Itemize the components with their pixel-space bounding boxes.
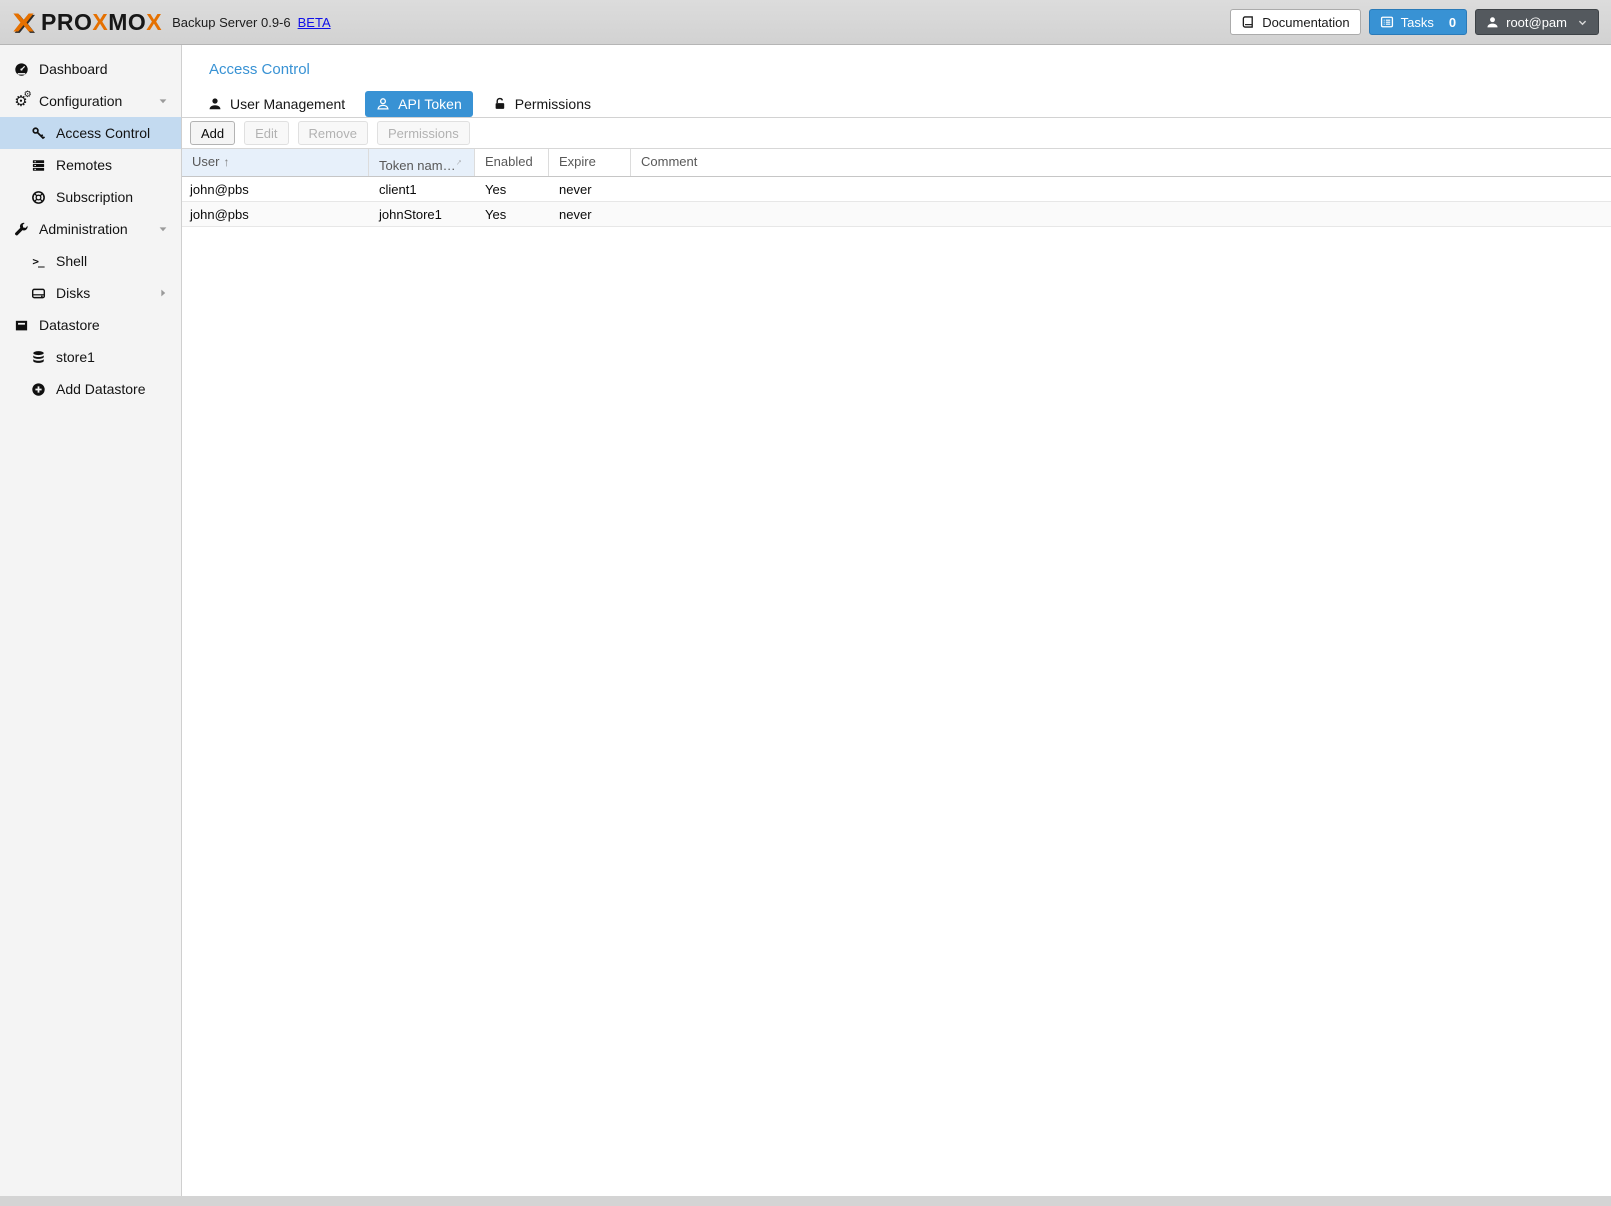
- documentation-label: Documentation: [1262, 15, 1349, 30]
- remotes-icon: [29, 158, 47, 173]
- sidebar-item-add-datastore[interactable]: Add Datastore: [0, 373, 181, 405]
- column-header-user[interactable]: User ↑: [182, 149, 369, 176]
- task-list-icon: [1380, 15, 1394, 29]
- column-header-enabled[interactable]: Enabled: [475, 149, 549, 176]
- sidebar-item-label: Administration: [39, 221, 128, 237]
- gears-icon: ⚙⚙: [12, 94, 30, 109]
- sort-asc-icon: ↑: [223, 155, 229, 169]
- sidebar-item-subscription[interactable]: Subscription: [0, 181, 181, 213]
- cell-user: john@pbs: [182, 202, 369, 226]
- column-label: Token nam…: [379, 158, 456, 173]
- column-header-expire[interactable]: Expire: [549, 149, 631, 176]
- cell-user: john@pbs: [182, 177, 369, 201]
- caret-down-icon[interactable]: [157, 223, 169, 235]
- sidebar-item-administration[interactable]: Administration: [0, 213, 181, 245]
- cell-comment: [631, 177, 1611, 201]
- life-ring-icon: [29, 190, 47, 205]
- sidebar-item-label: Subscription: [56, 189, 133, 205]
- tab-label: Permissions: [515, 96, 591, 112]
- column-label: Comment: [641, 154, 697, 169]
- column-label: User: [192, 154, 219, 169]
- table-row[interactable]: john@pbsjohnStore1Yesnever: [182, 202, 1611, 227]
- column-header-token[interactable]: Token nam…↑: [369, 149, 475, 176]
- tasks-count-badge: 0: [1449, 15, 1456, 30]
- tasks-label: Tasks: [1401, 15, 1434, 30]
- user-menu-button[interactable]: root@pam: [1475, 9, 1599, 35]
- tasks-button[interactable]: Tasks 0: [1369, 9, 1467, 35]
- logo-wordmark: PROXMOX: [41, 9, 162, 36]
- sidebar-item-label: Shell: [56, 253, 87, 269]
- user-solid-icon: [208, 97, 222, 111]
- edit-button[interactable]: Edit: [244, 121, 288, 145]
- cell-token: johnStore1: [369, 202, 475, 226]
- tab-user-management[interactable]: User Management: [197, 91, 356, 117]
- column-header-comment[interactable]: Comment: [631, 149, 1611, 176]
- terminal-icon: >_: [29, 255, 47, 268]
- sidebar-item-datastore[interactable]: Datastore: [0, 309, 181, 341]
- top-bar: PROXMOX Backup Server 0.9-6 BETA Documen…: [0, 0, 1611, 45]
- sidebar-item-store1[interactable]: store1: [0, 341, 181, 373]
- user-outline-icon: [376, 97, 390, 111]
- tab-label: User Management: [230, 96, 345, 112]
- add-button[interactable]: Add: [190, 121, 235, 145]
- plus-circle-icon: [29, 382, 47, 397]
- table-header: User ↑ Token nam…↑ Enabled Expire Comment: [182, 148, 1611, 177]
- tab-permissions[interactable]: Permissions: [482, 91, 602, 117]
- chevron-down-icon: [1577, 17, 1588, 28]
- dashboard-icon: [12, 62, 30, 77]
- sidebar-item-label: Access Control: [56, 125, 150, 141]
- sidebar-item-shell[interactable]: >_ Shell: [0, 245, 181, 277]
- sidebar-item-label: Datastore: [39, 317, 100, 333]
- cell-enabled: Yes: [475, 177, 549, 201]
- column-label: Expire: [559, 154, 596, 169]
- sidebar-item-disks[interactable]: Disks: [0, 277, 181, 309]
- toolbar: Add Edit Remove Permissions: [182, 118, 1611, 148]
- app-version: Backup Server 0.9-6: [172, 15, 291, 30]
- beta-link[interactable]: BETA: [298, 15, 331, 30]
- column-label: Enabled: [485, 154, 533, 169]
- sidebar-item-label: Remotes: [56, 157, 112, 173]
- book-icon: [1241, 15, 1255, 29]
- database-icon: [29, 350, 47, 365]
- cell-comment: [631, 202, 1611, 226]
- hdd-icon: [29, 286, 47, 301]
- main-panel: Access Control User Management API Token P…: [182, 45, 1611, 1196]
- caret-right-icon[interactable]: [157, 287, 169, 299]
- datastore-icon: [12, 318, 30, 333]
- proxmox-logo[interactable]: PROXMOX: [10, 9, 162, 36]
- table-row[interactable]: john@pbsclient1Yesnever: [182, 177, 1611, 202]
- sidebar-item-label: Disks: [56, 285, 90, 301]
- table-body: john@pbsclient1Yesneverjohn@pbsjohnStore…: [182, 177, 1611, 227]
- permissions-button[interactable]: Permissions: [377, 121, 470, 145]
- remove-button[interactable]: Remove: [298, 121, 368, 145]
- user-icon: [1486, 16, 1499, 29]
- cell-expire: never: [549, 202, 631, 226]
- caret-down-icon[interactable]: [157, 95, 169, 107]
- cell-token: client1: [369, 177, 475, 201]
- tab-api-token[interactable]: API Token: [365, 91, 473, 117]
- cell-enabled: Yes: [475, 202, 549, 226]
- proxmox-x-icon: [10, 9, 37, 36]
- sidebar-item-remotes[interactable]: Remotes: [0, 149, 181, 181]
- key-icon: [29, 126, 47, 141]
- tab-label: API Token: [398, 96, 462, 112]
- sidebar-item-label: Dashboard: [39, 61, 108, 77]
- sidebar-item-dashboard[interactable]: Dashboard: [0, 53, 181, 85]
- sidebar-item-label: Configuration: [39, 93, 122, 109]
- user-menu-label: root@pam: [1506, 15, 1567, 30]
- documentation-button[interactable]: Documentation: [1230, 9, 1360, 35]
- unlock-icon: [493, 97, 507, 111]
- sidebar-item-label: store1: [56, 349, 95, 365]
- sidebar-item-access-control[interactable]: Access Control: [0, 117, 181, 149]
- sidebar-item-configuration[interactable]: ⚙⚙ Configuration: [0, 85, 181, 117]
- wrench-icon: [12, 222, 30, 237]
- cell-expire: never: [549, 177, 631, 201]
- page-title: Access Control: [182, 45, 1611, 78]
- tab-bar: User Management API Token Permissions: [182, 78, 1611, 118]
- sidebar-item-label: Add Datastore: [56, 381, 146, 397]
- sidebar: Dashboard ⚙⚙ Configuration Access Control Re…: [0, 45, 182, 1196]
